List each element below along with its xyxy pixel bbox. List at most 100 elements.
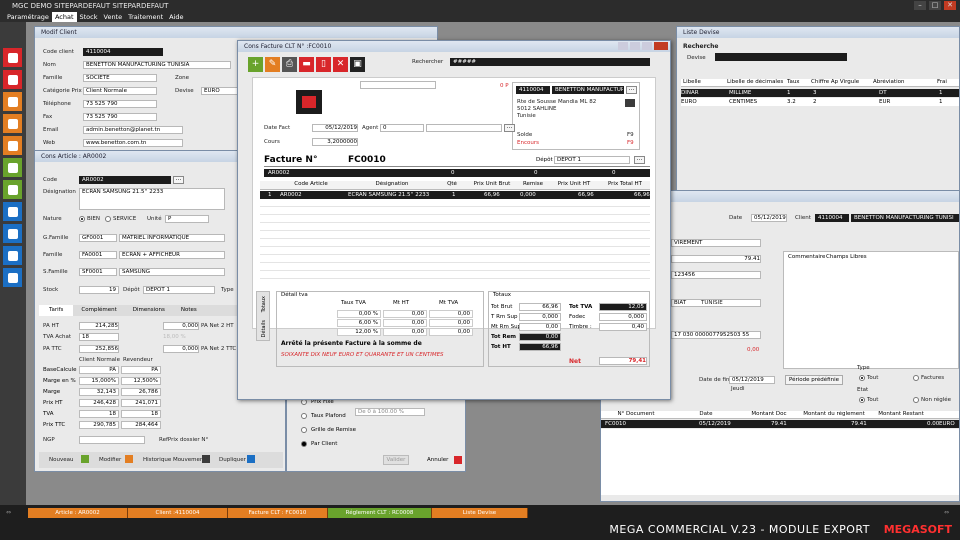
date-fin-field[interactable]: 05/12/2019 bbox=[729, 376, 775, 384]
tab-complement[interactable]: Complément bbox=[73, 305, 124, 316]
facture-client-name[interactable]: BENETTON MANUFACTURING bbox=[552, 86, 624, 94]
edit-icon[interactable] bbox=[125, 455, 133, 463]
client-code-field[interactable]: 4110004 bbox=[83, 48, 163, 56]
task-client[interactable]: Client :4110004 bbox=[128, 508, 228, 518]
tier-value-revendeur[interactable]: 26,786 bbox=[121, 388, 161, 396]
person-icon[interactable] bbox=[3, 224, 22, 243]
agent-lookup-button[interactable]: ... bbox=[504, 124, 515, 132]
article-unite-field[interactable]: P bbox=[165, 215, 209, 223]
date-fact-field[interactable]: 05/12/2019 bbox=[312, 124, 358, 132]
article-code-field[interactable]: AR0002 bbox=[79, 176, 171, 184]
table-row[interactable]: DINAR MILLIME 1 3 DT 1 bbox=[681, 89, 959, 97]
client-devise-field[interactable]: EURO bbox=[201, 87, 241, 95]
rib-field[interactable]: 17 030 0000077952503 55 bbox=[671, 331, 761, 339]
box-icon[interactable] bbox=[3, 114, 22, 133]
history-icon[interactable] bbox=[202, 455, 210, 463]
facture-depot-select[interactable]: DEPOT 1 bbox=[554, 156, 630, 164]
line-remise-input[interactable]: 0 bbox=[534, 169, 538, 177]
tab-commentaire[interactable]: Commentaire bbox=[788, 254, 825, 260]
print-icon[interactable]: ⎙ bbox=[282, 57, 297, 72]
task-reglement[interactable]: Réglement CLT : RC0008 bbox=[328, 508, 432, 518]
menu-aide[interactable]: Aide bbox=[166, 12, 186, 22]
nouveau-button[interactable]: Nouveau bbox=[49, 457, 73, 463]
tier-value-normale[interactable]: 246,428 bbox=[79, 399, 119, 407]
montant-field[interactable]: 79.41 bbox=[671, 255, 761, 263]
edit-icon[interactable]: ✎ bbox=[265, 57, 280, 72]
file-icon[interactable] bbox=[3, 180, 22, 199]
report-icon[interactable] bbox=[3, 246, 22, 265]
type-factures-radio[interactable] bbox=[913, 375, 919, 381]
delivery-icon[interactable] bbox=[3, 202, 22, 221]
document-icon[interactable]: ▬ bbox=[299, 57, 314, 72]
tier-value-normale[interactable]: 18 bbox=[79, 410, 119, 418]
client-famille-field[interactable]: SOCIETE bbox=[83, 74, 157, 82]
facture-client-code[interactable]: 4110004 bbox=[516, 86, 550, 94]
article-code-lookup-button[interactable]: ... bbox=[173, 176, 184, 184]
menu-traitement[interactable]: Traitement bbox=[125, 12, 166, 22]
ngp-field[interactable] bbox=[79, 436, 145, 444]
historique-button[interactable]: Historique Mouvement bbox=[143, 457, 206, 463]
valider-button[interactable]: Valider bbox=[383, 455, 409, 465]
tab-tarifs[interactable]: Tarifs bbox=[39, 305, 74, 316]
etat-non-reglee-radio[interactable] bbox=[913, 397, 919, 403]
agent-name-field[interactable] bbox=[426, 124, 502, 132]
reglement-client-name[interactable]: BENETTON MANUFACTURING TUNISI bbox=[851, 214, 959, 222]
minimize-icon[interactable] bbox=[630, 42, 640, 50]
agent-field[interactable]: 0 bbox=[380, 124, 424, 132]
sfamille-name-field[interactable]: SAMSUNG bbox=[119, 268, 225, 276]
user-icon[interactable] bbox=[3, 92, 22, 111]
client-fax-field[interactable]: 73 525 790 bbox=[83, 113, 157, 121]
tab-notes[interactable]: Notes bbox=[173, 305, 205, 316]
gfamille-name-field[interactable]: MATRIEL INFORMATIQUE bbox=[119, 234, 225, 242]
plus-icon[interactable] bbox=[81, 455, 89, 463]
pricing-option-radio[interactable] bbox=[301, 413, 307, 419]
article-designation-field[interactable]: ECRAN SAMSUNG 21.5'' 2233 bbox=[79, 188, 225, 210]
tab-details[interactable]: Détails bbox=[261, 320, 267, 337]
table-row[interactable]: 1 AR0002 ECRAN SAMSUNG 21.5'' 2233 1 66,96 0,… bbox=[260, 191, 650, 199]
task-article[interactable]: Article : AR0002 bbox=[28, 508, 128, 518]
mode-select[interactable]: VIREMENT bbox=[671, 239, 761, 247]
tab-champs-libres[interactable]: Champs Libres bbox=[826, 254, 867, 260]
chevrons-right-icon[interactable]: ⇔ bbox=[944, 509, 949, 516]
reglement-client-code[interactable]: 4110004 bbox=[815, 214, 849, 222]
nature-bien-radio[interactable] bbox=[79, 216, 85, 222]
exit-icon[interactable] bbox=[3, 268, 22, 287]
gfamille-code-field[interactable]: GF0001 bbox=[79, 234, 117, 242]
add-icon[interactable]: + bbox=[248, 57, 263, 72]
close-icon[interactable] bbox=[654, 42, 668, 50]
cancel-icon[interactable] bbox=[454, 456, 462, 464]
pricing-option-radio[interactable] bbox=[301, 427, 307, 433]
famille-code-field[interactable]: FA0001 bbox=[79, 251, 117, 259]
facture-ref-field[interactable] bbox=[360, 81, 436, 89]
depot-select[interactable]: DEPOT 1 bbox=[143, 286, 215, 294]
task-devise[interactable]: Liste Devise bbox=[432, 508, 528, 518]
factory-icon[interactable] bbox=[3, 70, 22, 89]
reglement-date-field[interactable]: 05/12/2019 bbox=[751, 214, 787, 222]
table-row[interactable]: FC0010 05/12/2019 79.41 79.41 0.00 EURO bbox=[601, 420, 959, 428]
client-web-field[interactable]: www.benetton.com.tn bbox=[83, 139, 183, 147]
periode-button[interactable]: Période prédéfinie bbox=[785, 375, 843, 385]
address-edit-icon[interactable] bbox=[625, 99, 635, 107]
tier-value-revendeur[interactable]: PA bbox=[121, 366, 161, 374]
modifier-button[interactable]: Modifier bbox=[99, 457, 121, 463]
type-tout-radio[interactable] bbox=[859, 375, 865, 381]
etat-tout-radio[interactable] bbox=[859, 397, 865, 403]
restore-icon[interactable] bbox=[618, 42, 628, 50]
maximize-icon[interactable] bbox=[642, 42, 652, 50]
reference-field[interactable]: 123456 bbox=[671, 271, 761, 279]
line-code-input[interactable]: AR0002 bbox=[268, 169, 290, 177]
tier-value-revendeur[interactable]: 12,500% bbox=[121, 377, 161, 385]
truck-icon[interactable] bbox=[3, 158, 22, 177]
depot-lookup-button[interactable]: ... bbox=[634, 156, 645, 164]
sales-icon[interactable] bbox=[3, 48, 22, 67]
menu-vente[interactable]: Vente bbox=[101, 12, 126, 22]
famille-name-field[interactable]: ECRAN + AFFICHEUR bbox=[119, 251, 225, 259]
client-name-field[interactable]: BENETTON MANUFACTURING TUNISIA bbox=[83, 61, 231, 69]
tier-value-normale[interactable]: 32,143 bbox=[79, 388, 119, 396]
tva-achat-field[interactable]: 18 bbox=[79, 333, 119, 341]
save-icon[interactable]: ▣ bbox=[350, 57, 365, 72]
pa-net2-ht-field[interactable]: 0,000 bbox=[163, 322, 199, 330]
pa-net2-ttc-field[interactable]: 0,000 bbox=[163, 345, 199, 353]
client-telephone-field[interactable]: 73 525 790 bbox=[83, 100, 157, 108]
plafond-field[interactable]: De 0 à 100.00 % bbox=[355, 408, 425, 416]
